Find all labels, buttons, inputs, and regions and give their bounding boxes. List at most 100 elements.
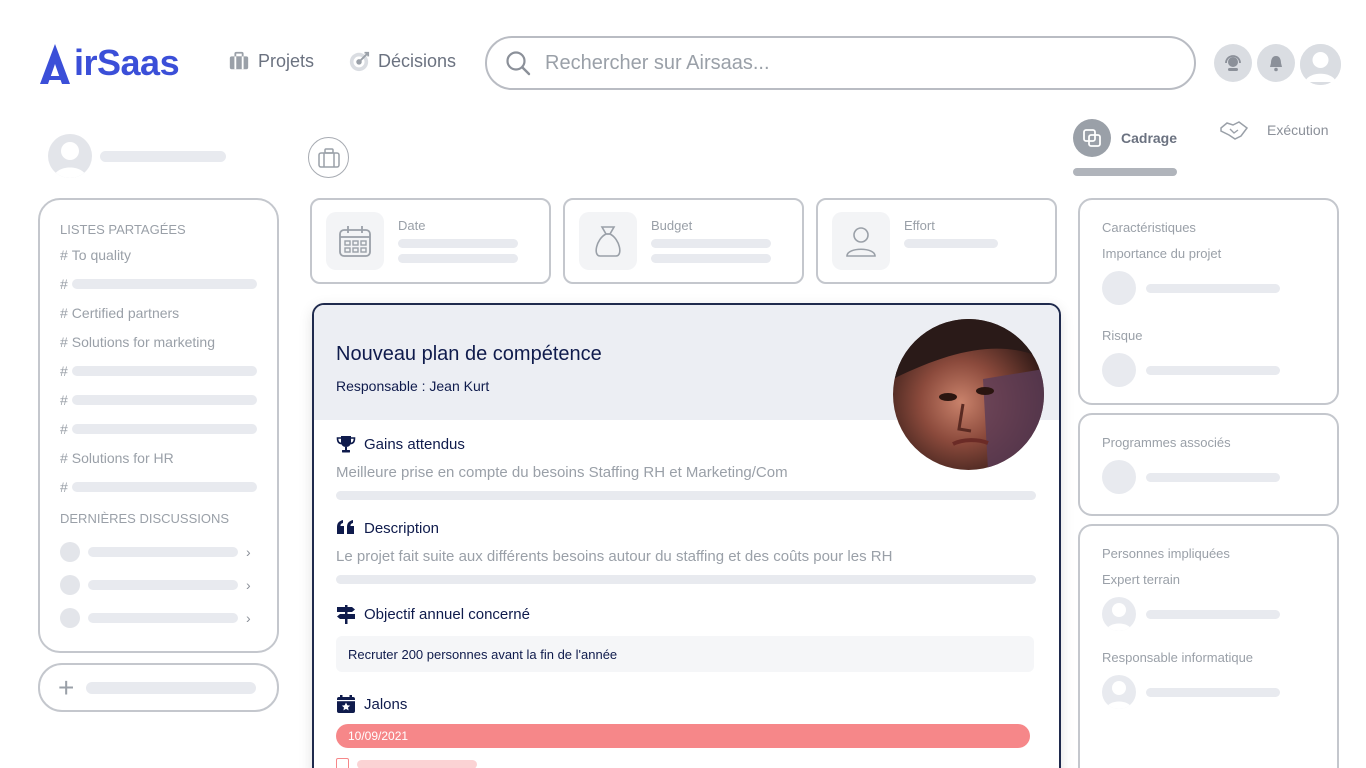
milestones-title: Jalons <box>364 695 408 713</box>
username-placeholder <box>100 150 226 162</box>
it-responsible-row[interactable] <box>1102 674 1315 710</box>
plus-icon: + <box>58 671 75 703</box>
people-panel: Personnes impliquées Expert terrain Resp… <box>1078 524 1339 768</box>
frame-icon <box>1083 129 1101 147</box>
discussion-placeholder <box>88 546 238 557</box>
list-item-placeholder <box>71 278 257 289</box>
user-placeholder-icon <box>53 142 87 178</box>
importance-row[interactable] <box>1102 270 1315 306</box>
signpost-icon <box>337 605 355 624</box>
hash-label: # <box>60 478 68 495</box>
nav-projets[interactable]: Projets <box>228 44 314 78</box>
discussions-heading: DERNIÈRES DISCUSSIONS <box>60 511 230 526</box>
risk-placeholder <box>1146 365 1280 375</box>
sidebar-user[interactable] <box>48 134 226 178</box>
date-card[interactable]: Date <box>310 198 551 284</box>
effort-card[interactable]: Effort <box>816 198 1057 284</box>
expert-row[interactable] <box>1102 596 1315 632</box>
quote-icon <box>337 520 354 534</box>
list-item[interactable]: # <box>60 269 257 298</box>
expert-label: Expert terrain <box>1102 572 1181 587</box>
project-owner-photo[interactable] <box>893 319 1044 470</box>
discussion-item[interactable]: › <box>60 535 257 568</box>
project-type-button[interactable] <box>308 137 349 178</box>
list-item[interactable]: # Solutions for HR <box>60 443 257 472</box>
notifications-button[interactable] <box>1257 44 1295 82</box>
list-item-label: To quality <box>71 246 131 263</box>
list-item[interactable]: # Certified partners <box>60 298 257 327</box>
support-button[interactable] <box>1214 44 1252 82</box>
user-avatar[interactable] <box>1300 44 1341 85</box>
list-item[interactable]: # Solutions for marketing <box>60 327 257 356</box>
gains-text: Meilleure prise en compte du besoins Sta… <box>336 464 788 481</box>
discussion-placeholder <box>88 579 238 590</box>
avatar <box>1102 597 1136 631</box>
list-item[interactable]: # <box>60 414 257 443</box>
search-icon <box>506 51 531 76</box>
date-label: Date <box>398 218 426 233</box>
list-item-label: Certified partners <box>71 304 180 321</box>
date-placeholder <box>398 254 518 263</box>
list-item-placeholder <box>71 394 257 405</box>
objective-value: Recruter 200 personnes avant la fin de l… <box>336 636 1034 672</box>
checkbox[interactable] <box>336 758 349 768</box>
characteristics-panel: Caractéristiques Importance du projet Ri… <box>1078 198 1339 405</box>
headset-icon <box>1225 55 1241 71</box>
discussion-item[interactable]: › <box>60 601 257 634</box>
budget-placeholder <box>651 254 771 263</box>
risk-row[interactable] <box>1102 352 1315 388</box>
budget-placeholder <box>651 239 771 248</box>
calendar-star-icon <box>337 695 355 713</box>
nav-projets-label: Projets <box>258 50 315 71</box>
programs-heading: Programmes associés <box>1102 435 1231 450</box>
milestones-heading: Jalons <box>336 692 1037 716</box>
characteristics-heading: Caractéristiques <box>1102 220 1196 235</box>
tab-cadrage[interactable]: Cadrage <box>1073 119 1177 157</box>
effort-label: Effort <box>904 218 935 233</box>
tab-execution[interactable]: Exécution <box>1219 119 1328 141</box>
program-dot <box>1102 460 1136 494</box>
budget-label: Budget <box>651 218 693 233</box>
list-item[interactable]: # To quality <box>60 240 257 269</box>
calendar-icon <box>339 226 371 257</box>
hash-label: # <box>60 275 68 292</box>
discussion-avatar <box>60 574 80 595</box>
hash-label: # <box>60 420 68 437</box>
people-heading: Personnes impliquées <box>1102 546 1230 561</box>
shared-lists-heading: LISTES PARTAGÉES <box>60 222 186 237</box>
list-item[interactable]: # <box>60 356 257 385</box>
program-placeholder <box>1146 472 1280 482</box>
gains-placeholder <box>336 491 1036 500</box>
person-icon <box>846 227 876 257</box>
add-placeholder <box>86 681 257 694</box>
milestone-date-bar[interactable]: 10/09/2021 <box>336 724 1030 748</box>
bell-icon <box>1270 56 1282 72</box>
list-item-placeholder <box>71 365 257 376</box>
budget-card[interactable]: Budget <box>563 198 804 284</box>
program-row[interactable] <box>1102 459 1315 495</box>
discussion-placeholder <box>88 612 238 623</box>
list-item-label: Solutions for marketing <box>71 333 215 350</box>
airsaas-logo[interactable]: irSaas <box>38 38 180 88</box>
date-placeholder <box>398 239 518 248</box>
avatar <box>48 134 92 178</box>
search-bar[interactable] <box>485 36 1196 90</box>
search-input[interactable] <box>545 51 1145 75</box>
nav-decisions-label: Décisions <box>378 50 457 71</box>
objective-title: Objectif annuel concerné <box>364 605 530 623</box>
briefcase-outline-icon <box>317 147 340 168</box>
nav-decisions[interactable]: Décisions <box>348 44 456 78</box>
user-placeholder-icon <box>1106 603 1132 631</box>
chevron-right-icon: › <box>246 543 251 560</box>
list-item[interactable]: # <box>60 385 257 414</box>
add-list-button[interactable]: + <box>38 663 279 712</box>
it-responsible-label: Responsable informatique <box>1102 650 1254 665</box>
list-item[interactable]: # <box>60 472 257 501</box>
hash-label: # <box>60 304 68 321</box>
avatar <box>1102 675 1136 709</box>
discussion-avatar <box>60 541 80 562</box>
discussion-item[interactable]: › <box>60 568 257 601</box>
milestone-task[interactable] <box>336 758 1037 768</box>
chevron-right-icon: › <box>246 609 251 626</box>
hash-label: # <box>60 333 68 350</box>
